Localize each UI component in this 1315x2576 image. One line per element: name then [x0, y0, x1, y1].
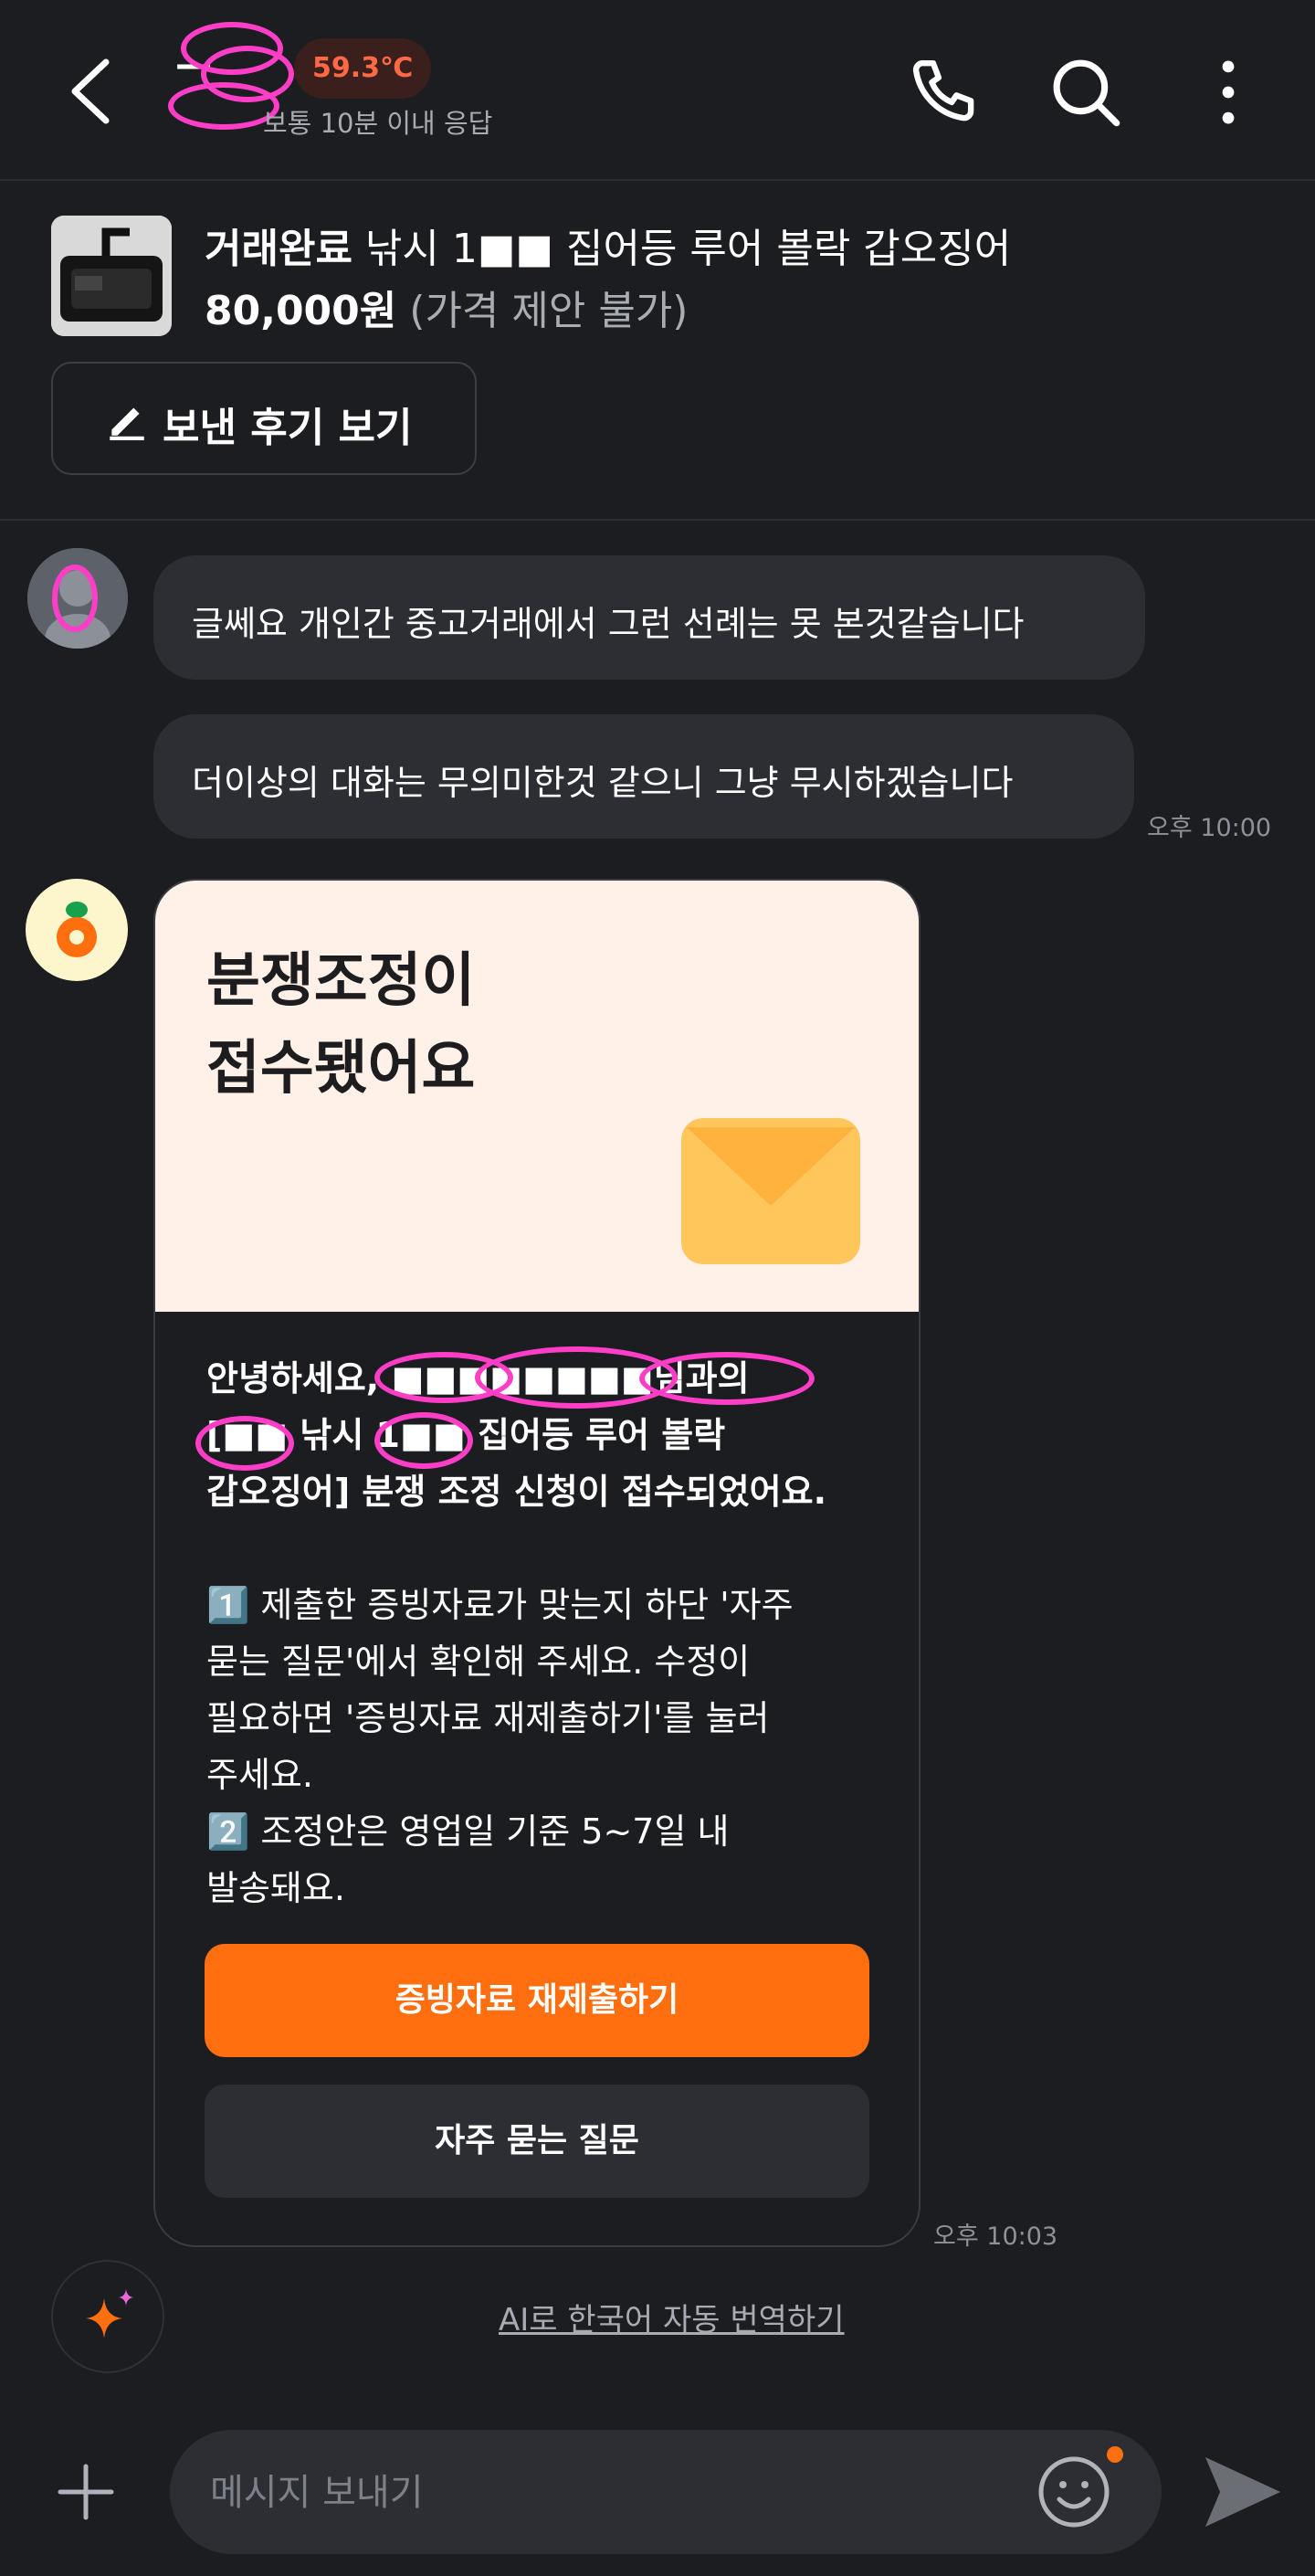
product-thumbnail[interactable]	[51, 216, 172, 336]
trade-status: 거래완료	[205, 226, 352, 272]
manner-temperature-badge[interactable]: 59.3℃	[294, 38, 432, 99]
emoji-button[interactable]	[1034, 2452, 1114, 2532]
back-button[interactable]	[55, 46, 128, 137]
attach-button[interactable]	[47, 2454, 124, 2530]
avatar[interactable]	[27, 548, 128, 649]
card-step-line: 필요하면 '증빙자료 재제출하기'를 눌러	[206, 1698, 770, 1738]
card-step-line: 발송돼요.	[206, 1868, 345, 1908]
send-icon	[1205, 2457, 1280, 2527]
sparkle-icon	[86, 2289, 133, 2338]
message-time: 오후 10:03	[933, 2222, 1058, 2251]
card-heading-line: 분쟁조정이	[206, 947, 476, 1015]
product-image	[51, 216, 172, 336]
message-input[interactable]	[208, 2461, 997, 2525]
more-vertical-icon	[1222, 60, 1235, 124]
envelope-icon	[681, 1118, 860, 1264]
product-price: 80,000원	[205, 288, 397, 334]
plus-icon	[58, 2464, 114, 2520]
card-header: 분쟁조정이 접수됐어요	[155, 881, 919, 1312]
card-step-line: 2️⃣ 조정안은 영업일 기준 5~7일 내	[206, 1811, 730, 1852]
send-button[interactable]	[1196, 2448, 1288, 2536]
user-avatar-image	[27, 548, 128, 649]
view-sent-review-button[interactable]: 보낸 후기 보기	[51, 362, 477, 475]
message-bubble[interactable]: 더이상의 대화는 무의미한것 같으니 그냥 무시하겠습니다	[153, 714, 1134, 839]
card-step-line: 주세요.	[206, 1755, 313, 1795]
redaction-scribble	[168, 18, 294, 130]
product-title-line[interactable]: 거래완료 낚시 1■■ 집어등 루어 볼락 갑오징어	[205, 216, 1011, 274]
pencil-icon	[110, 407, 144, 440]
daangn-bot-avatar[interactable]	[26, 879, 128, 981]
response-time: 보통 10분 이내 응답	[263, 108, 493, 139]
card-step-line: 묻는 질문'에서 확인해 주세요. 수정이	[206, 1642, 751, 1682]
more-options-button[interactable]	[1187, 51, 1269, 133]
resubmit-evidence-button[interactable]: 증빙자료 재제출하기	[205, 1944, 869, 2057]
card-heading-line: 접수됐어요	[206, 1035, 476, 1103]
faq-button[interactable]: 자주 묻는 질문	[205, 2085, 869, 2198]
search-icon	[1053, 59, 1120, 127]
card-intro-line: 갑오징어] 분쟁 조정 신청이 접수되었어요.	[206, 1472, 827, 1512]
chevron-left-icon	[71, 58, 110, 124]
phone-icon	[912, 59, 974, 121]
review-button-label: 보낸 후기 보기	[163, 405, 413, 451]
dispute-notice-card: 분쟁조정이 접수됐어요 안녕하세요, ■■■■■■■■님과의 [■■ 낚시 1■…	[153, 879, 920, 2247]
redaction-scribble	[195, 1409, 473, 1471]
message-time: 오후 10:00	[1147, 814, 1272, 842]
product-price-line: 80,000원 (가격 제안 불가)	[205, 278, 688, 336]
message-bubble[interactable]: 글쎄요 개인간 중고거래에서 그런 선례는 못 본것같습니다	[153, 555, 1145, 680]
carrot-logo-icon	[57, 902, 97, 957]
divider	[0, 519, 1315, 521]
card-heading: 분쟁조정이 접수됐어요	[206, 937, 475, 1113]
message-input-field[interactable]	[170, 2430, 1162, 2554]
new-badge-dot	[1107, 2446, 1123, 2463]
smiley-icon	[1038, 2456, 1110, 2528]
ai-button[interactable]	[51, 2260, 164, 2373]
price-note: (가격 제안 불가)	[409, 288, 689, 334]
ai-translate-link[interactable]: AI로 한국어 자동 번역하기	[499, 2295, 845, 2339]
search-button[interactable]	[1045, 51, 1127, 133]
card-step-line: 1️⃣ 제출한 증빙자료가 맞는지 하단 '자주	[206, 1585, 794, 1625]
product-title: 낚시 1■■ 집어등 루어 볼락 갑오징어	[364, 226, 1012, 272]
call-button[interactable]	[904, 51, 986, 133]
